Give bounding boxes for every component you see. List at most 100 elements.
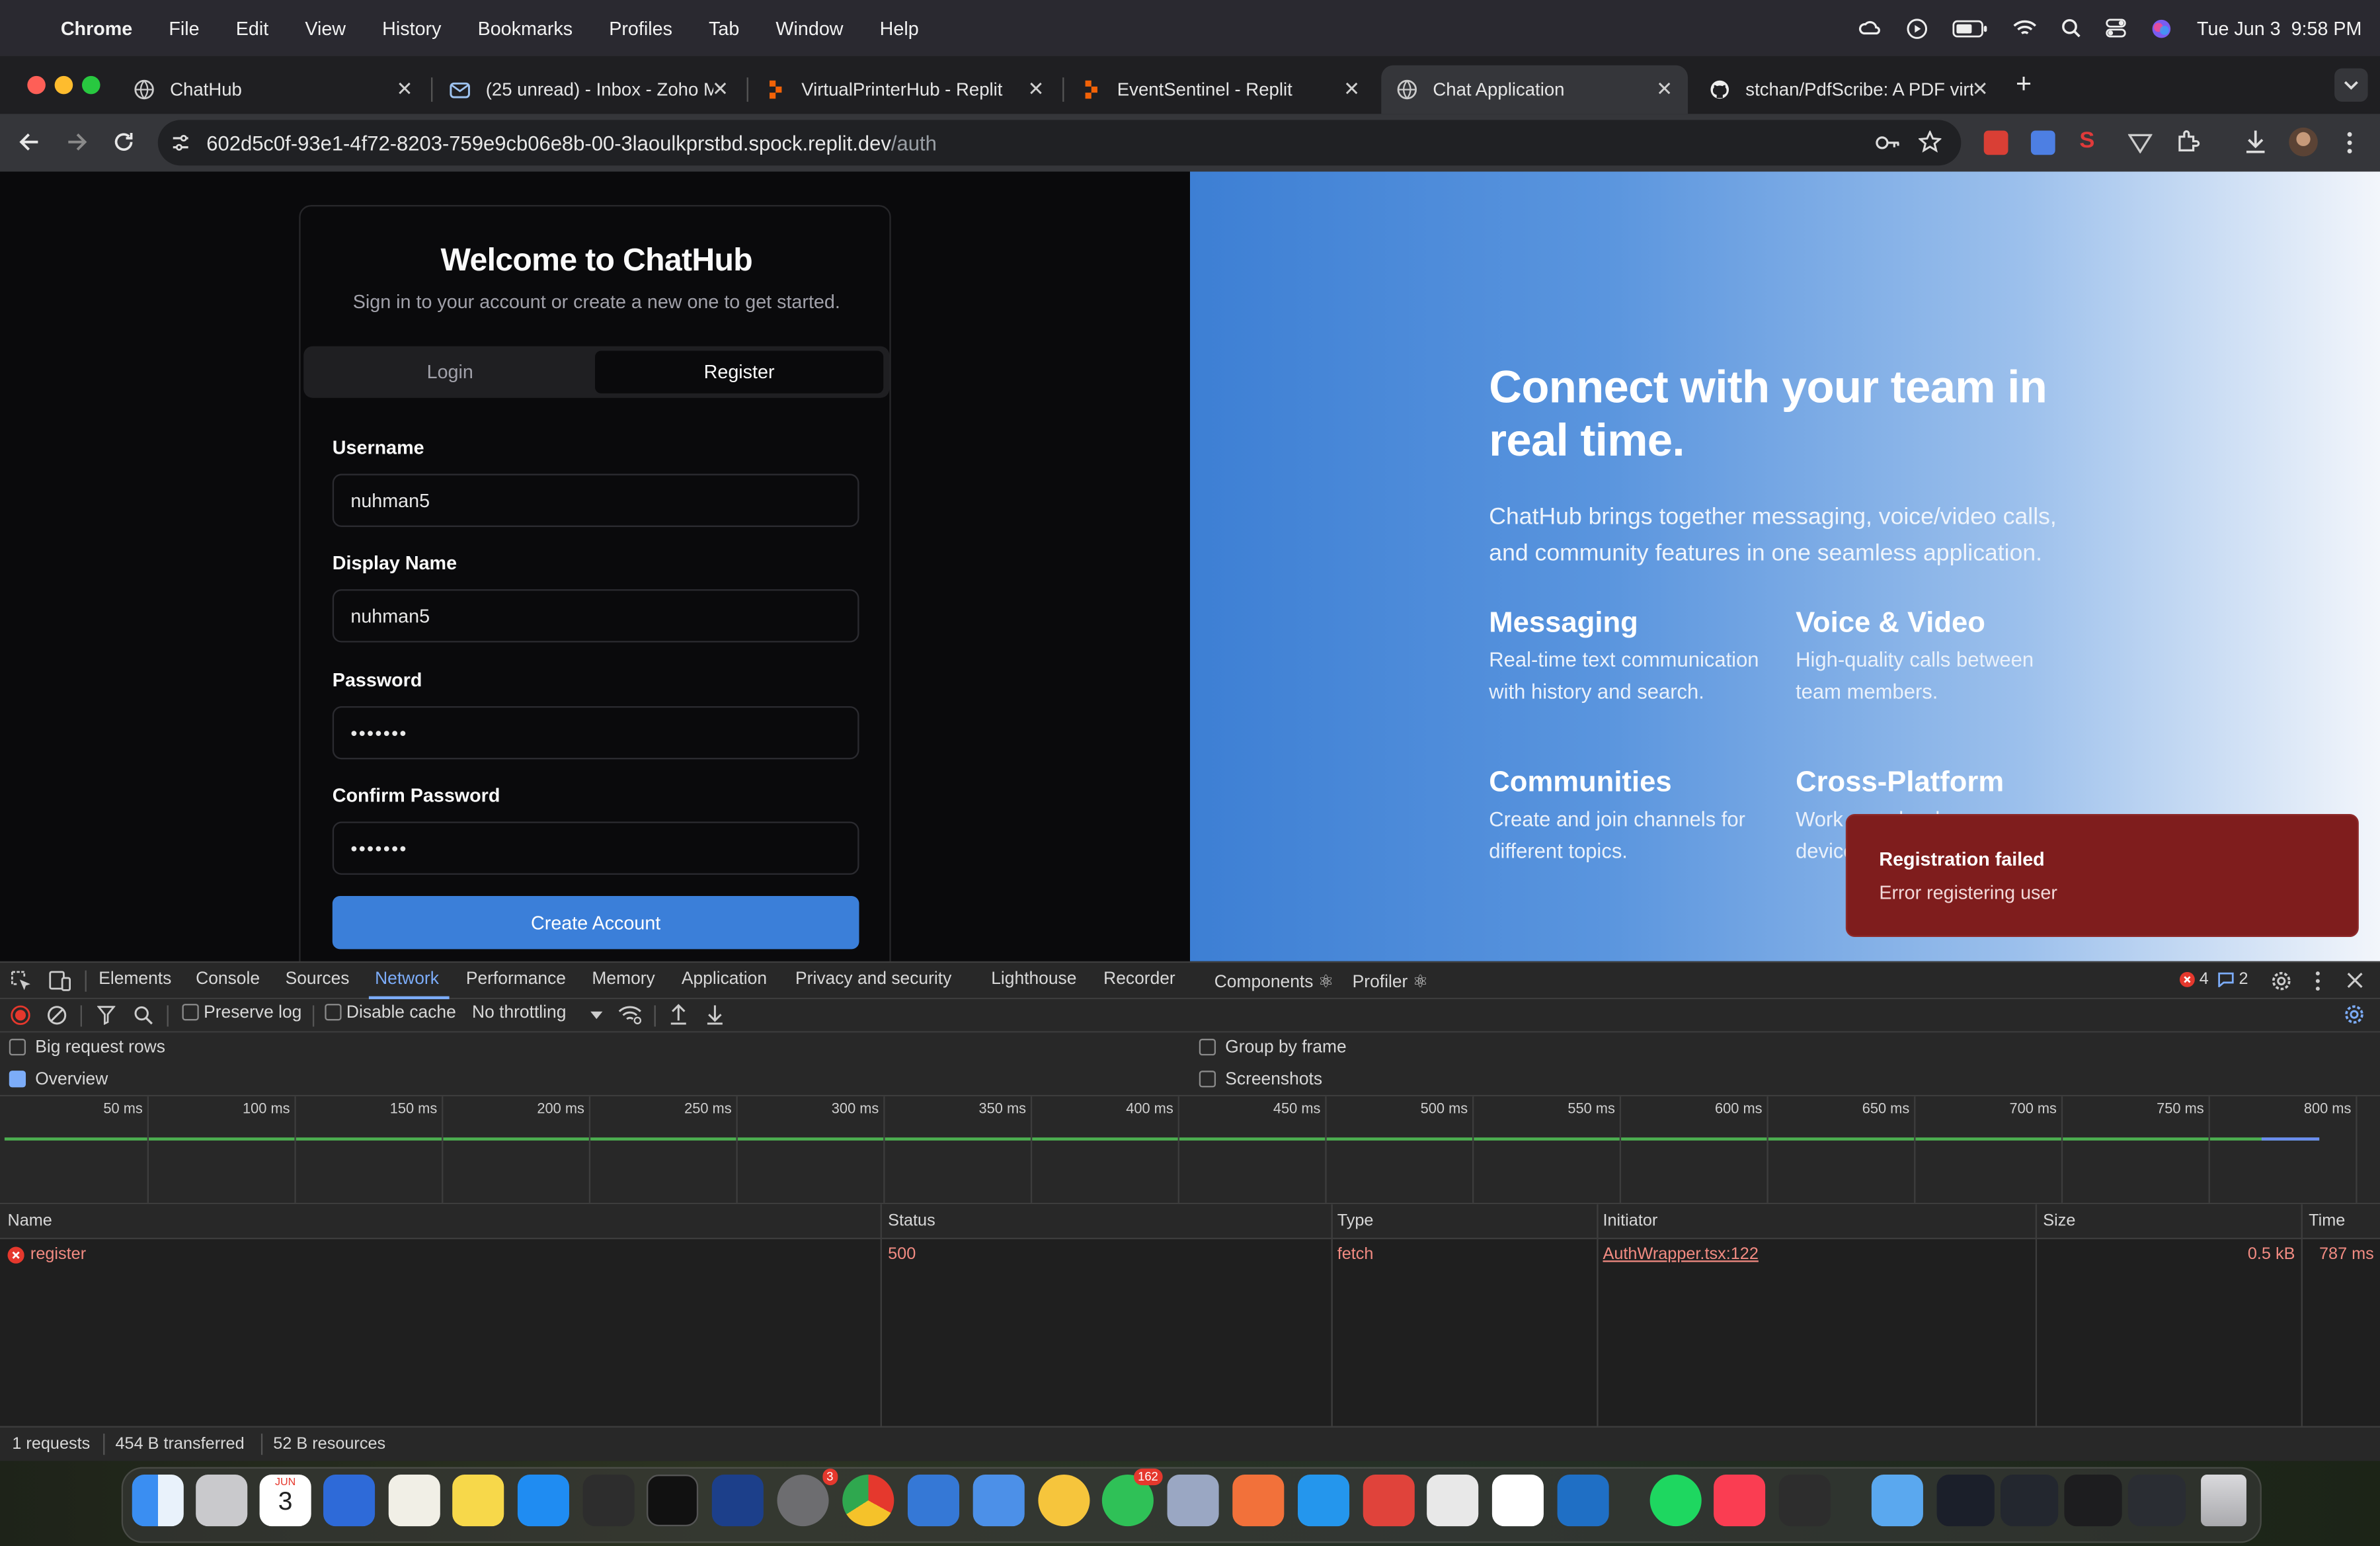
recent-window-thumbnail[interactable] bbox=[1936, 1475, 1995, 1527]
devtools-tab-application[interactable]: Application bbox=[682, 971, 767, 989]
textedit-icon[interactable] bbox=[388, 1475, 440, 1527]
tab-register[interactable]: Register bbox=[595, 350, 884, 393]
downloads-folder-icon[interactable] bbox=[1871, 1475, 1923, 1527]
extension-triangle-icon[interactable] bbox=[2127, 132, 2153, 153]
menu-bookmarks[interactable]: Bookmarks bbox=[478, 17, 573, 38]
wifi-icon[interactable] bbox=[2013, 19, 2038, 38]
menu-history[interactable]: History bbox=[382, 17, 441, 38]
network-overview-timeline[interactable]: 50 ms 100 ms 150 ms 200 ms 250 ms 300 ms 350 m… bbox=[0, 1096, 2380, 1205]
wispr-icon[interactable] bbox=[1491, 1475, 1544, 1527]
vscode-icon[interactable] bbox=[1557, 1475, 1609, 1527]
column-status[interactable]: Status bbox=[888, 1212, 935, 1231]
display-name-input[interactable]: nuhman5 bbox=[332, 589, 859, 643]
bookmark-star-icon[interactable] bbox=[1919, 130, 1942, 153]
play-icon[interactable] bbox=[1907, 17, 1928, 38]
tab-eventsentinel[interactable]: EventSentinel - Replit ✕ bbox=[1066, 65, 1375, 114]
menu-file[interactable]: File bbox=[169, 17, 199, 38]
search-icon[interactable] bbox=[134, 1005, 153, 1025]
request-initiator-link[interactable]: AuthWrapper.tsx:122 bbox=[1603, 1245, 1758, 1264]
site-info-icon[interactable] bbox=[170, 132, 191, 153]
disable-cache-checkbox[interactable] bbox=[325, 1004, 342, 1022]
extension-s-icon[interactable]: S bbox=[2079, 128, 2094, 153]
notes-icon[interactable] bbox=[452, 1475, 504, 1527]
chrome-menu-icon[interactable] bbox=[2345, 131, 2354, 155]
request-name[interactable]: register bbox=[30, 1245, 86, 1264]
tab-zoho-inbox[interactable]: (25 unread) - Inbox - Zoho M ✕ bbox=[434, 65, 744, 114]
menu-window[interactable]: Window bbox=[775, 17, 843, 38]
devtools-tab-network[interactable]: Network bbox=[375, 971, 439, 989]
window-close-button[interactable] bbox=[27, 75, 46, 95]
big-request-rows-option[interactable]: Big request rows bbox=[9, 1039, 165, 1057]
tab-chathub[interactable]: ChatHub ✕ bbox=[118, 65, 428, 114]
column-size[interactable]: Size bbox=[2043, 1212, 2075, 1231]
menu-edit[interactable]: Edit bbox=[236, 17, 268, 38]
calendar-icon[interactable]: JUN 3 bbox=[259, 1475, 311, 1527]
spotlight-search-icon[interactable] bbox=[2062, 19, 2082, 38]
table-row[interactable]: register 500 fetch AuthWrapper.tsx:122 0… bbox=[0, 1239, 2380, 1270]
music-icon[interactable] bbox=[1714, 1475, 1766, 1527]
devtools-tab-elements[interactable]: Elements bbox=[99, 971, 171, 989]
menu-help[interactable]: Help bbox=[880, 17, 919, 38]
cyberduck-icon[interactable] bbox=[1038, 1475, 1090, 1527]
weather-icon[interactable] bbox=[1858, 17, 1883, 38]
devtools-more-icon[interactable] bbox=[2313, 971, 2322, 992]
forward-arrow-icon[interactable] bbox=[65, 131, 88, 153]
pen-app-icon[interactable] bbox=[1232, 1475, 1285, 1527]
column-type[interactable]: Type bbox=[1337, 1212, 1374, 1231]
overview-option[interactable]: Overview bbox=[9, 1071, 108, 1089]
console-errors-counter[interactable]: 4 bbox=[2179, 971, 2209, 989]
devtools-tab-privacy[interactable]: Privacy and security bbox=[795, 971, 951, 989]
big-request-rows-checkbox[interactable] bbox=[9, 1039, 26, 1057]
disable-cache-toggle[interactable]: Disable cache bbox=[325, 1004, 456, 1022]
unity-icon[interactable] bbox=[582, 1475, 635, 1527]
screenshots-option[interactable]: Screenshots bbox=[1199, 1071, 1322, 1089]
simulator-device-icon[interactable] bbox=[1167, 1475, 1219, 1527]
password-key-icon[interactable] bbox=[1874, 132, 1900, 153]
password-input[interactable]: ••••••• bbox=[332, 706, 859, 760]
throttling-select[interactable]: No throttling bbox=[472, 1004, 566, 1022]
simulator-icon[interactable] bbox=[972, 1475, 1025, 1527]
tab-close-icon[interactable]: ✕ bbox=[712, 77, 729, 102]
tab-virtualprinterhub[interactable]: VirtualPrinterHub - Replit ✕ bbox=[750, 65, 1059, 114]
export-har-icon[interactable] bbox=[706, 1004, 725, 1025]
devtools-tab-memory[interactable]: Memory bbox=[592, 971, 654, 989]
xcode-icon[interactable] bbox=[907, 1475, 960, 1527]
menubar-clock[interactable]: Tue Jun 3 9:58 PM bbox=[2197, 17, 2361, 38]
tab-close-icon[interactable]: ✕ bbox=[396, 77, 413, 102]
tab-close-icon[interactable]: ✕ bbox=[1343, 77, 1360, 102]
devtools-tab-sources[interactable]: Sources bbox=[286, 971, 350, 989]
group-by-frame-checkbox[interactable] bbox=[1199, 1039, 1216, 1057]
spotify-icon[interactable] bbox=[1649, 1475, 1702, 1527]
window-zoom-button[interactable] bbox=[81, 75, 100, 95]
anydesk-icon[interactable] bbox=[1363, 1475, 1415, 1527]
devtools-tab-console[interactable]: Console bbox=[196, 971, 260, 989]
preserve-log-toggle[interactable]: Preserve log bbox=[182, 1004, 301, 1022]
extension-red-icon[interactable] bbox=[1983, 130, 2008, 155]
finder-icon[interactable] bbox=[132, 1475, 184, 1527]
preserve-log-checkbox[interactable] bbox=[182, 1004, 199, 1022]
tab-chat-application[interactable]: Chat Application ✕ bbox=[1381, 65, 1688, 114]
menu-view[interactable]: View bbox=[305, 17, 346, 38]
system-settings-icon[interactable]: 3 bbox=[777, 1468, 838, 1527]
column-name[interactable]: Name bbox=[7, 1212, 52, 1231]
devtools-tab-profiler[interactable]: Profiler ⚛ bbox=[1353, 971, 1429, 992]
console-messages-counter[interactable]: 2 bbox=[2217, 971, 2248, 989]
network-settings-gear-icon[interactable] bbox=[2344, 1004, 2365, 1025]
profile-avatar[interactable] bbox=[2289, 127, 2318, 157]
tab-close-icon[interactable]: ✕ bbox=[1656, 77, 1673, 102]
tableplus-icon[interactable] bbox=[1427, 1475, 1479, 1527]
error-toast[interactable]: Registration failed Error registering us… bbox=[1845, 814, 2359, 938]
confirm-password-input[interactable]: ••••••• bbox=[332, 821, 859, 875]
tab-search-button[interactable] bbox=[2334, 68, 2368, 102]
chrome-icon[interactable] bbox=[842, 1475, 894, 1527]
recent-window-thumbnail[interactable] bbox=[2127, 1475, 2186, 1527]
translate-extension-icon[interactable] bbox=[2030, 130, 2055, 155]
device-toolbar-icon[interactable] bbox=[48, 971, 71, 992]
control-center-icon[interactable] bbox=[2106, 19, 2127, 38]
network-conditions-icon[interactable] bbox=[617, 1005, 642, 1025]
tab-close-icon[interactable]: ✕ bbox=[1028, 77, 1045, 102]
terminal-icon[interactable] bbox=[647, 1475, 699, 1527]
menu-tab[interactable]: Tab bbox=[709, 17, 739, 38]
app-store-icon[interactable] bbox=[517, 1475, 569, 1527]
menu-profiles[interactable]: Profiles bbox=[609, 17, 672, 38]
